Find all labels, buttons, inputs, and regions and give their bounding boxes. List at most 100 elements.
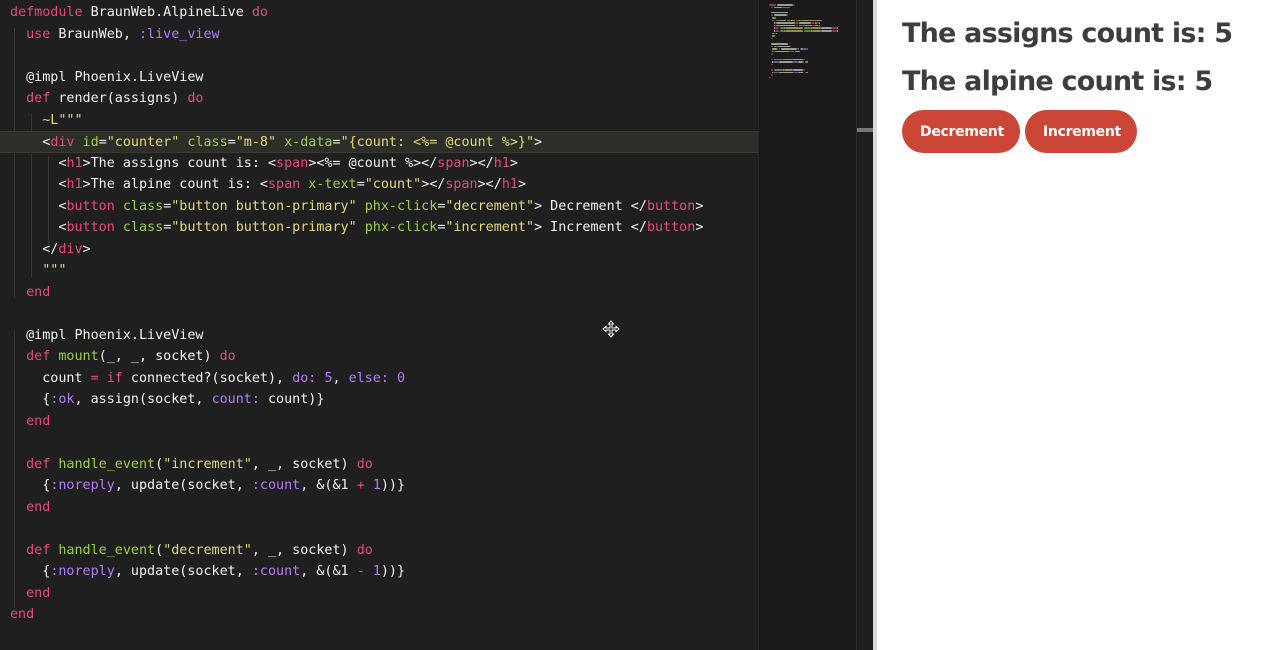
code-line[interactable]: <h1>The alpine count is: <span x-text="c… <box>0 174 758 196</box>
code-token: id <box>74 135 99 150</box>
code-line[interactable]: @impl Phoenix.LiveView <box>0 325 758 347</box>
code-line[interactable]: def render(assigns) do <box>0 88 758 110</box>
code-line[interactable] <box>0 303 758 325</box>
code-line[interactable]: @impl Phoenix.LiveView <box>0 67 758 89</box>
minimap-line <box>794 24 798 27</box>
move-cursor-icon <box>602 320 620 338</box>
minimap-line <box>803 69 805 71</box>
minimap-line <box>802 48 807 50</box>
code-text: ~L""" <box>10 110 83 132</box>
minimap-line <box>794 50 801 53</box>
code-line[interactable]: count = if connected?(socket), do: 5, el… <box>0 368 758 390</box>
code-token: > <box>695 220 704 235</box>
editor-scrollbar[interactable] <box>856 0 874 650</box>
code-line[interactable]: end <box>0 282 758 304</box>
minimap-line <box>786 14 789 16</box>
code-token: "button button-primary" <box>171 198 357 214</box>
code-token: phx-click <box>356 220 438 235</box>
code-line[interactable]: def handle_event("increment", _, socket)… <box>0 454 758 476</box>
code-token: end <box>10 607 35 622</box>
code-token: "m-8" <box>235 135 277 150</box>
code-token: > Increment </ <box>534 220 647 235</box>
code-token: render(assigns) <box>50 91 188 106</box>
code-line[interactable]: """ <box>0 260 758 282</box>
code-token: end <box>10 499 51 515</box>
code-token: "count" <box>364 177 422 192</box>
minimap-line <box>778 19 786 22</box>
code-token: 5 <box>324 370 333 386</box>
code-token: >The assigns count is: < <box>82 155 277 171</box>
code-line[interactable]: <div id="counter" class="m-8" x-data="{c… <box>0 131 758 153</box>
code-line[interactable]: end <box>0 604 758 626</box>
code-token: "increment" <box>163 456 252 472</box>
minimap-line <box>773 14 787 16</box>
code-token: , &(&1 <box>300 478 357 493</box>
code-line[interactable] <box>0 518 758 540</box>
decrement-button[interactable]: Decrement <box>902 110 1020 153</box>
increment-button[interactable]: Increment <box>1025 110 1137 153</box>
minimap[interactable] <box>758 0 856 650</box>
code-token: count: <box>211 392 260 407</box>
minimap-line <box>777 45 790 48</box>
code-text: <h1>The assigns count is: <span><%= @cou… <box>10 153 518 175</box>
minimap-line <box>818 22 820 24</box>
code-line[interactable]: {:ok, assign(socket, count: count)} <box>0 389 758 411</box>
code-line[interactable] <box>0 432 758 454</box>
code-token: , update(socket, <box>114 564 252 579</box>
scrollbar-thumb[interactable] <box>857 128 874 132</box>
code-text: {:noreply, update(socket, :count, &(&1 -… <box>10 561 405 583</box>
code-token: span <box>437 155 470 171</box>
code-line[interactable]: {:noreply, update(socket, :count, &(&1 -… <box>0 561 758 583</box>
code-line[interactable]: </div> <box>0 239 758 261</box>
code-line[interactable]: end <box>0 497 758 519</box>
code-token: ></ <box>477 177 502 192</box>
minimap-line <box>770 37 773 40</box>
browser-preview: The assigns count is: 5 The alpine count… <box>877 0 1270 650</box>
minimap-line <box>784 58 793 61</box>
code-token: , _, socket) <box>251 542 357 558</box>
minimap-line <box>837 27 838 29</box>
code-token: 1 <box>372 564 381 579</box>
code-text: """ <box>10 260 66 282</box>
code-editor[interactable]: defmodule BraunWeb.AlpineLive do use Bra… <box>0 0 758 650</box>
minimap-line <box>779 61 793 63</box>
code-token: else: <box>348 370 389 386</box>
code-text: def render(assigns) do <box>10 88 203 110</box>
code-token: ><%= @count %></ <box>308 155 438 171</box>
minimap-line <box>781 6 790 9</box>
minimap-line <box>812 30 821 32</box>
code-line[interactable]: <button class="button button-primary" ph… <box>0 217 758 239</box>
code-token: </ <box>10 241 59 257</box>
minimap-line <box>784 69 793 71</box>
minimap-line <box>773 58 784 61</box>
code-token: , assign(socket, <box>74 392 212 407</box>
code-token: > Decrement </ <box>534 198 647 214</box>
minimap-line <box>773 69 784 71</box>
code-line[interactable]: {:noreply, update(socket, :count, &(&1 +… <box>0 475 758 497</box>
code-token: > <box>517 177 526 192</box>
code-line[interactable]: end <box>0 411 758 433</box>
code-line[interactable]: ~L""" <box>0 110 758 132</box>
code-token: ~L""" <box>10 112 83 128</box>
minimap-line <box>769 76 772 79</box>
code-token: - <box>356 564 365 579</box>
code-token: def <box>10 542 51 558</box>
code-line[interactable]: use BraunWeb, :live_view <box>0 24 758 46</box>
code-line[interactable]: defmodule BraunWeb.AlpineLive do <box>0 2 758 24</box>
code-line[interactable]: <h1>The assigns count is: <span><%= @cou… <box>0 153 758 175</box>
code-line[interactable]: end <box>0 583 758 605</box>
code-line[interactable]: <button class="button button-primary" ph… <box>0 196 758 218</box>
code-token: "{count: <%= @count %>}" <box>340 135 535 150</box>
code-token: count <box>10 370 91 386</box>
code-token: mount <box>50 349 99 364</box>
code-token: connected?(socket), <box>122 370 293 386</box>
code-line[interactable]: def mount(_, _, socket) do <box>0 346 758 368</box>
code-line[interactable]: def handle_event("decrement", _, socket)… <box>0 540 758 562</box>
code-token: class <box>114 198 164 214</box>
code-token: = <box>332 135 341 150</box>
code-token: do <box>356 456 373 472</box>
code-token: button <box>66 198 115 214</box>
code-line[interactable] <box>0 45 758 67</box>
code-token: , <box>332 370 349 386</box>
